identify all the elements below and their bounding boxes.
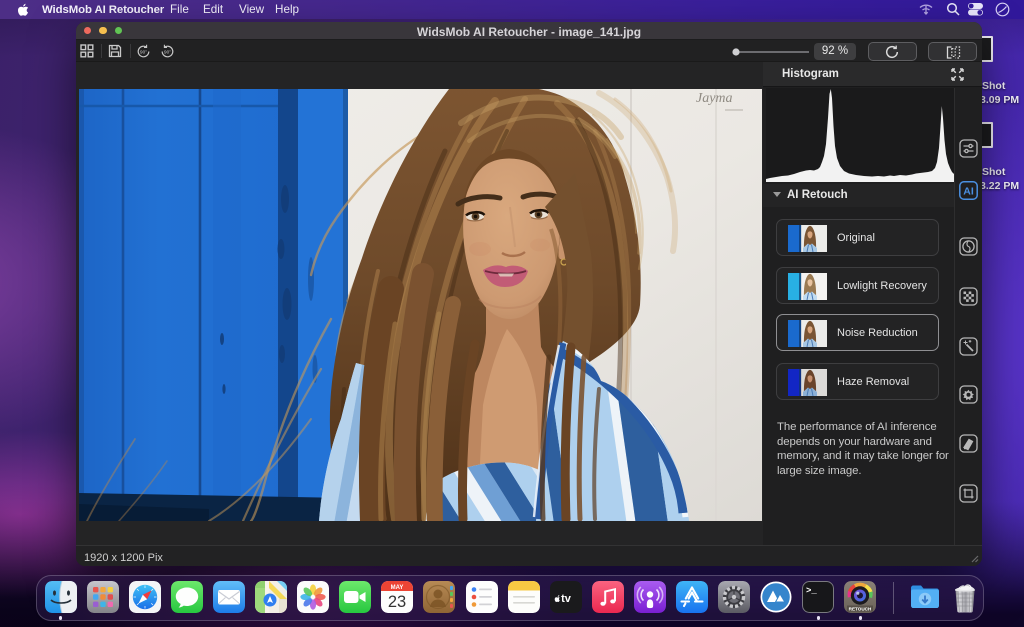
svg-text:AI: AI (963, 185, 974, 197)
svg-text:MAY: MAY (391, 584, 404, 590)
svg-text:90°: 90° (140, 50, 147, 55)
svg-text:tv: tv (561, 593, 572, 605)
svg-text:90°: 90° (164, 50, 171, 55)
svg-text:23: 23 (388, 593, 406, 611)
svg-text:RETOUCH: RETOUCH (849, 606, 872, 611)
svg-text:Jayma: Jayma (696, 91, 733, 106)
svg-text:>_: >_ (806, 586, 817, 596)
